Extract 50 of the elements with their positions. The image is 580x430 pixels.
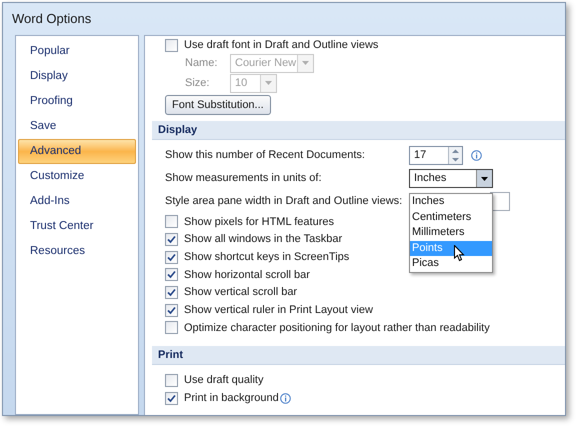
option-label: Optimize character positioning for layout rather than readability: [184, 320, 490, 336]
option-label: Style area pane width in Draft and Outline views:: [165, 194, 402, 210]
checkbox[interactable]: [165, 233, 178, 246]
sidebar-item[interactable]: Resources: [18, 239, 136, 264]
mouse-pointer-icon: [454, 245, 465, 262]
option-label: Show this number of Recent Documents:: [165, 148, 366, 164]
sidebar-item[interactable]: Customize: [18, 164, 136, 189]
dropdown-option[interactable]: Inches: [410, 194, 492, 210]
option-label: Show vertical ruler in Print Layout view: [184, 303, 373, 318]
checkbox[interactable]: [165, 215, 178, 228]
sidebar-item[interactable]: Trust Center: [18, 214, 136, 239]
sidebar-item[interactable]: Add-Ins: [18, 189, 136, 214]
caret-icon: [265, 81, 272, 85]
caret-icon: [302, 61, 309, 65]
sidebar-item[interactable]: Popular: [18, 39, 136, 64]
font-substitution-button[interactable]: Font Substitution...: [165, 95, 271, 115]
dropdown[interactable]: Inches: [409, 169, 493, 188]
checkbox[interactable]: [165, 304, 178, 317]
option-label: Show all windows in the Taskbar: [184, 232, 342, 248]
spin-field[interactable]: 17: [409, 146, 463, 165]
dropdown-option[interactable]: Picas: [410, 256, 492, 272]
option-label: Show vertical scroll bar: [184, 285, 298, 300]
dropdown-option[interactable]: Centimeters: [410, 210, 492, 225]
sidebar-item[interactable]: Proofing: [18, 89, 136, 114]
option-label: Show horizontal scroll bar: [184, 268, 310, 283]
window-title: Word Options: [12, 10, 92, 28]
checkbox[interactable]: [165, 286, 178, 300]
checkbox[interactable]: [165, 250, 178, 264]
info-icon: [471, 150, 482, 161]
option-label: Show measurements in units of:: [165, 171, 323, 186]
option-label: Use draft quality: [184, 373, 264, 388]
info-icon: [280, 392, 291, 404]
sidebar-item[interactable]: Save: [18, 114, 136, 139]
option-label: Print in background: [184, 391, 279, 406]
checkbox[interactable]: [165, 374, 178, 388]
option-label: Use draft font in Draft and Outline views: [184, 38, 378, 53]
dropdown-option[interactable]: Millimeters: [410, 225, 492, 240]
section-header: Display: [152, 121, 565, 140]
section-header: Print: [152, 346, 565, 365]
field-label: Size:: [185, 76, 210, 91]
field-label: Name:: [185, 56, 218, 71]
checkbox[interactable]: [165, 321, 178, 334]
checkbox[interactable]: [165, 38, 178, 52]
checkbox[interactable]: [165, 392, 178, 405]
sidebar-item[interactable]: Display: [18, 64, 136, 89]
sidebar-item[interactable]: Advanced: [18, 139, 136, 164]
option-label: Show shortcut keys in ScreenTips: [184, 250, 350, 265]
caret-icon: [481, 176, 488, 180]
option-label: Show pixels for HTML features: [184, 214, 334, 230]
checkbox[interactable]: [165, 268, 178, 282]
